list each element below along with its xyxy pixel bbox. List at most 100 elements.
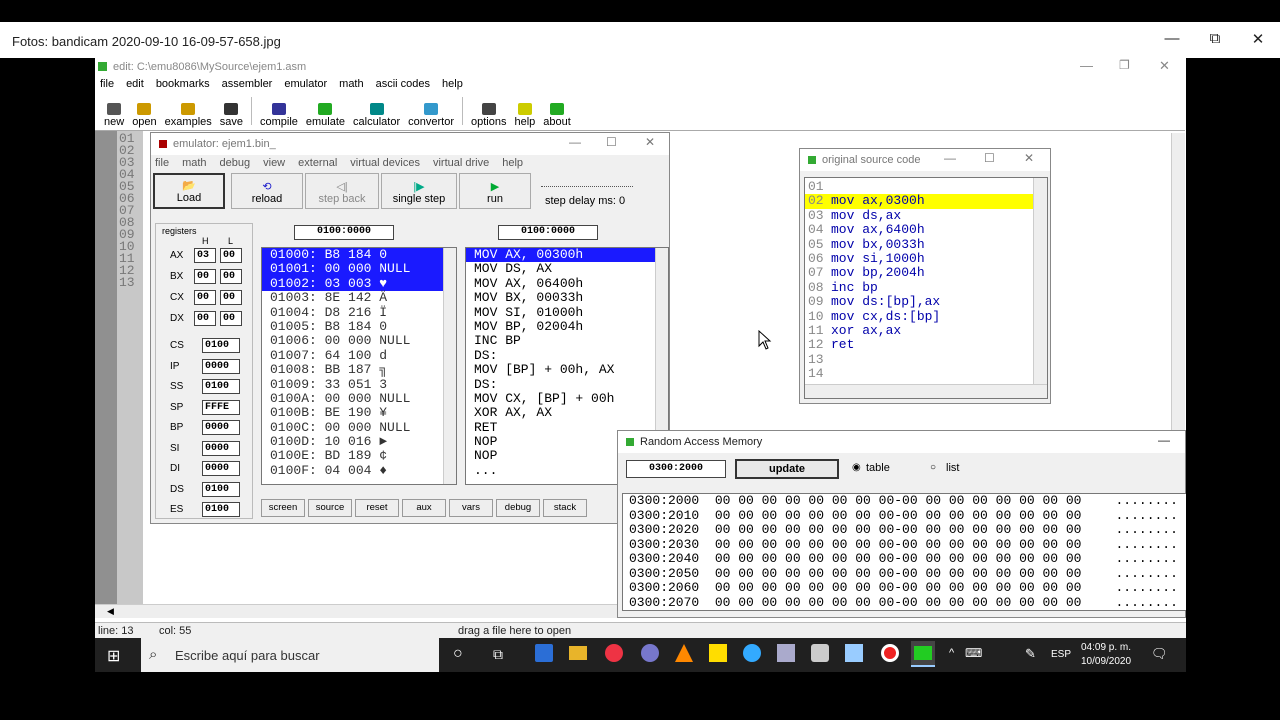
register-cx-high[interactable]: 00 bbox=[194, 290, 216, 305]
disasm-row[interactable]: MOV [BP] + 00h, AX bbox=[466, 362, 668, 377]
source-minimize-icon[interactable]: — bbox=[944, 151, 956, 165]
source-close-icon[interactable]: ✕ bbox=[1024, 151, 1034, 165]
memory-row[interactable]: 01006: 00 000 NULL bbox=[262, 333, 456, 348]
bandicam-icon[interactable] bbox=[881, 644, 899, 662]
register-ax-high[interactable]: 03 bbox=[194, 248, 216, 263]
emulator-menu-math[interactable]: math bbox=[182, 155, 206, 171]
explorer-icon[interactable] bbox=[569, 646, 587, 660]
ram-row[interactable]: 0300:2000 00 00 00 00 00 00 00 00-00 00 … bbox=[623, 494, 1186, 509]
stack-button[interactable]: stack bbox=[543, 499, 587, 517]
disasm-row[interactable]: XOR AX, AX bbox=[466, 405, 668, 420]
register-ip[interactable]: 0000 bbox=[202, 358, 240, 374]
source-scrollbar[interactable] bbox=[1033, 178, 1047, 384]
memory-row[interactable]: 01005: B8 184 0 bbox=[262, 319, 456, 334]
emulator-menu-file[interactable]: file bbox=[155, 155, 169, 171]
toolbar-new-button[interactable]: new bbox=[100, 94, 128, 128]
source-line[interactable]: 02 mov ax,0300h bbox=[805, 193, 1033, 209]
app-icon-1[interactable] bbox=[641, 644, 659, 662]
register-es[interactable]: 0100 bbox=[202, 502, 240, 517]
cortana-icon[interactable]: ○ bbox=[453, 645, 463, 663]
memory-list[interactable]: 01000: B8 184 0 01001: 00 000 NULL 01002: … bbox=[261, 247, 457, 485]
vars-button[interactable]: vars bbox=[449, 499, 493, 517]
toolbar-open-button[interactable]: open bbox=[128, 94, 160, 128]
source-line[interactable]: 06 mov si,1000h bbox=[805, 251, 1033, 266]
memory-row[interactable]: 0100C: 00 000 NULL bbox=[262, 420, 456, 435]
minimize-button[interactable]: — bbox=[1162, 30, 1182, 47]
editor-menu-assembler[interactable]: assembler bbox=[222, 78, 273, 94]
disasm-row[interactable]: MOV CX, [BP] + 00h bbox=[466, 391, 668, 406]
source-editor[interactable]: 01 02 mov ax,0300h 03 mov ds,ax 04 mov ax,6400… bbox=[804, 177, 1048, 399]
disasm-row[interactable]: DS: bbox=[466, 348, 668, 363]
disasm-row[interactable]: MOV BP, 02004h bbox=[466, 319, 668, 334]
notifications-icon[interactable]: 🗨 bbox=[1151, 646, 1168, 662]
ram-row[interactable]: 0300:2020 00 00 00 00 00 00 00 00-00 00 … bbox=[623, 522, 1186, 538]
chrome-icon[interactable] bbox=[605, 644, 623, 662]
memory-row[interactable]: 01008: BB 187 ╗ bbox=[262, 362, 456, 377]
register-dx-high[interactable]: 00 bbox=[194, 311, 216, 326]
register-bx-low[interactable]: 00 bbox=[220, 269, 242, 284]
source-hscrollbar[interactable] bbox=[805, 384, 1047, 398]
toolbar-save-button[interactable]: save bbox=[216, 94, 247, 128]
toolbar-convertor-button[interactable]: convertor bbox=[404, 94, 458, 128]
reload-button[interactable]: ⟲ reload bbox=[231, 173, 303, 209]
taskbar-search[interactable]: ⌕ Escribe aquí para buscar bbox=[141, 638, 439, 672]
ram-table[interactable]: 0300:2000 00 00 00 00 00 00 00 00-00 00 … bbox=[622, 493, 1186, 611]
emulator-menu-debug[interactable]: debug bbox=[220, 155, 251, 171]
source-line[interactable]: 07 mov bp,2004h bbox=[805, 265, 1033, 280]
editor-menu-emulator[interactable]: emulator bbox=[284, 78, 327, 94]
register-ss[interactable]: 0100 bbox=[202, 379, 240, 394]
source-button[interactable]: source bbox=[308, 499, 352, 517]
source-line[interactable]: 12 ret bbox=[805, 337, 1033, 352]
register-sp[interactable]: FFFE bbox=[202, 399, 240, 415]
toolbar-compile-button[interactable]: compile bbox=[256, 94, 302, 128]
aux-button[interactable]: aux bbox=[402, 499, 446, 517]
restore-button[interactable]: ⧉ bbox=[1205, 30, 1225, 47]
table-radio[interactable]: ◉ bbox=[852, 462, 861, 473]
source-line[interactable]: 09 mov ds:[bp],ax bbox=[805, 294, 1033, 309]
memory-row[interactable]: 01009: 33 051 3 bbox=[262, 377, 456, 392]
pen-icon[interactable]: ✎ bbox=[1025, 646, 1036, 662]
toolbar-calculator-button[interactable]: calculator bbox=[349, 94, 404, 128]
source-line[interactable]: 08 inc bp bbox=[805, 280, 1033, 295]
list-radio[interactable]: ○ bbox=[930, 462, 936, 473]
editor-maximize-icon[interactable]: ❐ bbox=[1119, 58, 1130, 72]
update-button[interactable]: update bbox=[735, 459, 839, 479]
reset-button[interactable]: reset bbox=[355, 499, 399, 517]
memory-row[interactable]: 01007: 64 100 d bbox=[262, 348, 456, 363]
toolbar-options-button[interactable]: options bbox=[467, 94, 510, 128]
memory-row[interactable]: 01002: 03 003 ♥ bbox=[262, 276, 456, 292]
emulator-close-icon[interactable]: ✕ bbox=[645, 135, 655, 149]
source-line[interactable]: 03 mov ds,ax bbox=[805, 208, 1033, 223]
disasm-row[interactable]: MOV BX, 00033h bbox=[466, 290, 668, 305]
disasm-row[interactable]: MOV SI, 01000h bbox=[466, 305, 668, 320]
editor-menu-bookmarks[interactable]: bookmarks bbox=[156, 78, 210, 94]
toolbar-emulate-button[interactable]: emulate bbox=[302, 94, 349, 128]
memory-row[interactable]: 01004: D8 216 Ï bbox=[262, 305, 456, 320]
ram-row[interactable]: 0300:2040 00 00 00 00 00 00 00 00-00 00 … bbox=[623, 551, 1186, 567]
task-view-icon[interactable]: ⧉ bbox=[493, 646, 503, 663]
source-line[interactable]: 04 mov ax,6400h bbox=[805, 222, 1033, 237]
editor-close-icon[interactable]: ✕ bbox=[1159, 58, 1170, 74]
disasm-row[interactable]: DS: bbox=[466, 377, 668, 392]
memory-row[interactable]: 01001: 00 000 NULL bbox=[262, 261, 456, 277]
store-icon[interactable] bbox=[535, 644, 553, 662]
ram-row[interactable]: 0300:2050 00 00 00 00 00 00 00 00-00 00 … bbox=[623, 566, 1186, 582]
clock-date[interactable]: 10/09/2020 bbox=[1081, 656, 1131, 667]
clock-time[interactable]: 04:09 p. m. bbox=[1081, 642, 1131, 653]
emu8086-taskbar-icon[interactable] bbox=[911, 641, 935, 667]
register-ax-low[interactable]: 00 bbox=[220, 248, 242, 263]
memory-row[interactable]: 0100A: 00 000 NULL bbox=[262, 391, 456, 406]
tray-chevron-icon[interactable]: ^ bbox=[949, 647, 954, 659]
emulator-menu-help[interactable]: help bbox=[502, 155, 523, 171]
editor-menu-ascii-codes[interactable]: ascii codes bbox=[376, 78, 430, 94]
source-line[interactable]: 13 bbox=[805, 352, 1033, 367]
windows-start-icon[interactable]: ⊞ bbox=[107, 646, 120, 666]
emulator-menu-external[interactable]: external bbox=[298, 155, 337, 171]
disasm-row[interactable]: MOV AX, 06400h bbox=[466, 276, 668, 291]
ram-row[interactable]: 0300:2010 00 00 00 00 00 00 00 00-00 00 … bbox=[623, 508, 1186, 524]
emulator-maximize-icon[interactable]: ☐ bbox=[606, 135, 617, 149]
edge-icon[interactable] bbox=[743, 644, 761, 662]
ram-minimize-icon[interactable]: — bbox=[1158, 433, 1170, 447]
editor-menu-math[interactable]: math bbox=[339, 78, 363, 94]
app-icon-2[interactable] bbox=[777, 644, 795, 662]
